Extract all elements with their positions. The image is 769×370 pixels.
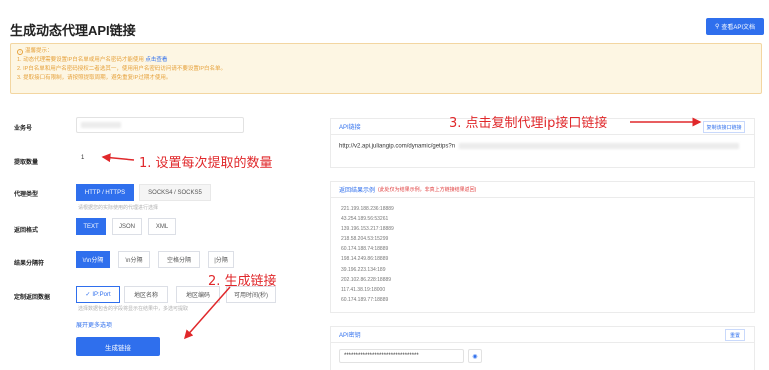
annotation-arrows <box>101 117 702 340</box>
arrow-step-2 <box>184 286 231 340</box>
arrow-step-1 <box>101 153 135 163</box>
